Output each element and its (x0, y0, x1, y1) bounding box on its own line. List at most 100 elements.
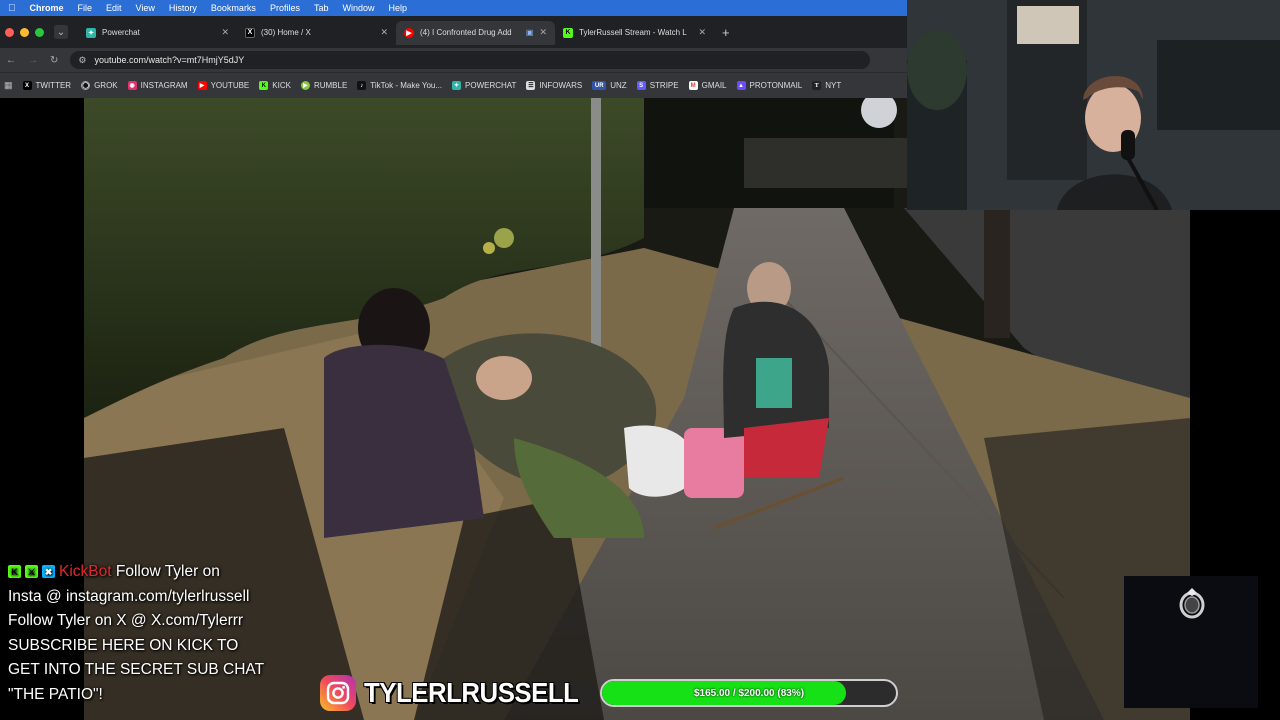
x-icon: X (22, 81, 32, 90)
bookmark-label: TikTok - Make You... (370, 81, 443, 90)
address-bar[interactable]: ⚙ youtube.com/watch?v=mt7HmjY5dJY (70, 51, 871, 69)
chat-message-text: Follow Tyler on (115, 563, 220, 580)
infowars-icon: ☰ (526, 81, 536, 90)
ring-icon (1179, 588, 1205, 619)
bookmark-label: UNZ (610, 81, 627, 90)
bookmark-protonmail[interactable]: ▲ PROTONMAIL (736, 81, 803, 90)
menu-item-bookmarks[interactable]: Bookmarks (211, 3, 256, 13)
bookmark-label: RUMBLE (313, 81, 348, 90)
apple-icon[interactable]:  (8, 3, 16, 14)
bookmark-rumble[interactable]: ▶ RUMBLE (300, 81, 348, 90)
tab-title: Powerchat (102, 28, 140, 37)
window-controls (0, 27, 54, 37)
reload-icon[interactable]: ↻ (50, 55, 58, 66)
menu-item-view[interactable]: View (136, 3, 155, 13)
kick-icon: K (563, 27, 573, 38)
fullscreen-window-button[interactable] (35, 27, 44, 37)
menu-item-history[interactable]: History (169, 3, 197, 13)
menu-item-file[interactable]: File (78, 3, 93, 13)
instagram-glyph (326, 681, 350, 705)
bookmark-instagram[interactable]: ◉ INSTAGRAM (127, 81, 188, 90)
bookmark-powerchat[interactable]: ✦ POWERCHAT (452, 81, 516, 90)
bot-badge-icon: ✖ (42, 565, 55, 579)
instagram-handle-text: TYLERLRUSSELL (364, 677, 579, 708)
bookmark-youtube[interactable]: ▶ YOUTUBE (197, 81, 250, 90)
instagram-icon: ◉ (127, 81, 137, 90)
nyt-icon: T (812, 81, 822, 90)
unz-icon: UR (592, 81, 607, 90)
sub-goal-progress-bar: $165.00 / $200.00 (83%) (600, 679, 898, 707)
tab-powerchat[interactable]: ✦ Powerchat ✕ (78, 21, 237, 45)
kick-badge-icon: K (8, 565, 21, 579)
tab-close-icon[interactable]: ✕ (221, 27, 229, 38)
bookmark-grok[interactable]: ◯ GROK (81, 81, 118, 90)
bookmark-label: GMAIL (701, 81, 727, 90)
bookmark-label: INFOWARS (539, 81, 583, 90)
back-arrow-icon[interactable]: ← (6, 55, 16, 66)
menu-item-edit[interactable]: Edit (106, 3, 122, 13)
gmail-icon: M (688, 81, 698, 90)
youtube-icon: ▶ (404, 27, 414, 38)
webcam-scene (907, 0, 1280, 210)
bookmark-unz[interactable]: UR UNZ (592, 81, 627, 90)
bookmark-label: NYT (825, 81, 842, 90)
bookmark-label: TWITTER (35, 81, 72, 90)
tab-close-icon[interactable]: ✕ (380, 27, 388, 38)
instagram-handle-overlay: TYLERLRUSSELL (320, 674, 597, 712)
apps-grid-icon[interactable]: ▦ (4, 80, 13, 91)
site-info-icon[interactable]: ⚙ (78, 55, 86, 66)
menu-item-help[interactable]: Help (388, 3, 407, 13)
bookmark-twitter[interactable]: X TWITTER (22, 81, 72, 90)
bookmark-nyt[interactable]: T NYT (812, 81, 841, 90)
bookmark-label: STRIPE (649, 81, 679, 90)
bookmark-label: INSTAGRAM (140, 81, 188, 90)
screen:  Chrome File Edit View History Bookmark… (0, 0, 1280, 720)
minimize-window-button[interactable] (20, 27, 29, 37)
bookmark-gmail[interactable]: M GMAIL (688, 81, 727, 90)
new-tab-plus-icon[interactable]: + (722, 25, 730, 40)
tab-title: (4) I Confronted Drug Add (420, 28, 512, 37)
webcam-overlay (907, 0, 1280, 210)
tab-youtube-video[interactable]: ▶ (4) I Confronted Drug Add ▣ ✕ (396, 20, 555, 45)
stream-chat-overlay: K ⚔ ✖ KickBot Follow Tyler on Insta @ in… (8, 560, 298, 707)
rumble-icon: ▶ (300, 81, 310, 90)
instagram-icon (320, 675, 356, 711)
sub-goal-label: $165.00 / $200.00 (83%) (693, 687, 805, 699)
chat-message: K ⚔ ✖ KickBot Follow Tyler on (8, 560, 298, 585)
chat-line: SUBSCRIBE HERE ON KICK TO (8, 636, 239, 654)
close-window-button[interactable] (5, 27, 14, 37)
bookmark-infowars[interactable]: ☰ INFOWARS (526, 81, 582, 90)
bookmark-tiktok[interactable]: ♪ TikTok - Make You... (357, 81, 442, 90)
grok-icon: ◯ (81, 81, 91, 90)
menu-item-window[interactable]: Window (342, 3, 374, 13)
forward-arrow-icon[interactable]: → (28, 55, 38, 66)
kick-icon: K (259, 81, 269, 90)
stripe-icon: S (636, 81, 646, 90)
address-url: youtube.com/watch?v=mt7HmjY5dJY (94, 55, 245, 65)
menu-item-profiles[interactable]: Profiles (270, 3, 300, 13)
tab-x-home[interactable]: X (30) Home / X ✕ (237, 21, 396, 45)
bookmark-stripe[interactable]: S STRIPE (636, 81, 679, 90)
bookmarks-bar: ▦ X TWITTER ◯ GROK ◉ INSTAGRAM ▶ YOUTUBE K KI… (0, 72, 907, 98)
tiktok-icon: ♪ (357, 81, 367, 90)
tab-kick-stream[interactable]: K TylerRussell Stream - Watch L ✕ (555, 21, 714, 45)
protonmail-icon: ▲ (736, 81, 746, 90)
youtube-icon: ▶ (197, 81, 207, 90)
tab-close-icon[interactable]: ✕ (698, 27, 706, 38)
menu-app-name[interactable]: Chrome (30, 3, 64, 13)
tab-close-icon[interactable]: ✕ (539, 27, 547, 38)
bookmark-label: KICK (272, 81, 291, 90)
bookmark-label: POWERCHAT (465, 81, 517, 90)
bookmark-label: YOUTUBE (210, 81, 250, 90)
bookmark-label: PROTONMAIL (749, 81, 803, 90)
moderator-badge-icon: ⚔ (25, 565, 38, 579)
menu-item-tab[interactable]: Tab (314, 3, 329, 13)
chat-line: GET INTO THE SECRET SUB CHAT (8, 661, 265, 678)
powerchat-icon: ✦ (452, 81, 462, 90)
chat-username: KickBot (59, 563, 112, 580)
tab-search-chevron-icon[interactable]: ⌄ (54, 25, 68, 39)
cast-icon: ▣ (525, 28, 534, 37)
chat-line: "THE PATIO"! (8, 685, 103, 703)
tab-title: TylerRussell Stream - Watch L (579, 28, 687, 37)
bookmark-kick[interactable]: K KICK (259, 81, 291, 90)
